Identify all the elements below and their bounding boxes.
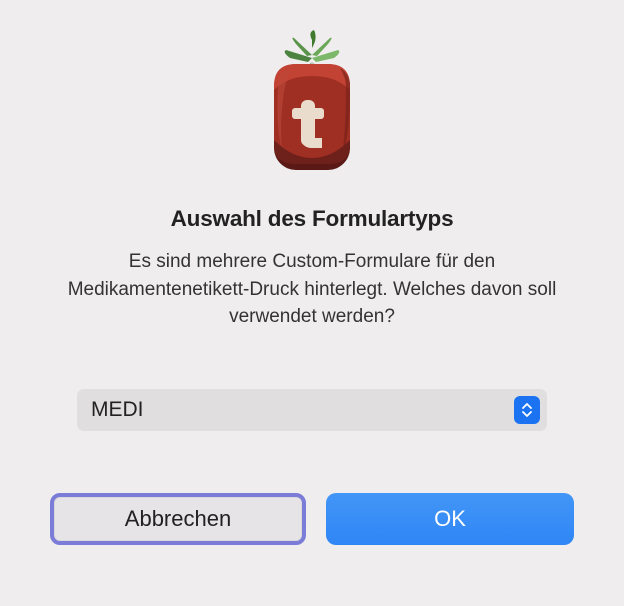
cancel-button[interactable]: Abbrechen [50, 493, 306, 545]
form-type-select[interactable]: MEDI [77, 389, 547, 431]
select-value: MEDI [91, 398, 144, 422]
dialog-title: Auswahl des Formulartyps [171, 206, 454, 232]
dialog-description: Es sind mehrere Custom-Formulare für den… [52, 248, 572, 331]
app-icon [252, 30, 372, 180]
button-row: Abbrechen OK [50, 493, 574, 545]
chevron-updown-icon [514, 396, 540, 424]
ok-button[interactable]: OK [326, 493, 574, 545]
